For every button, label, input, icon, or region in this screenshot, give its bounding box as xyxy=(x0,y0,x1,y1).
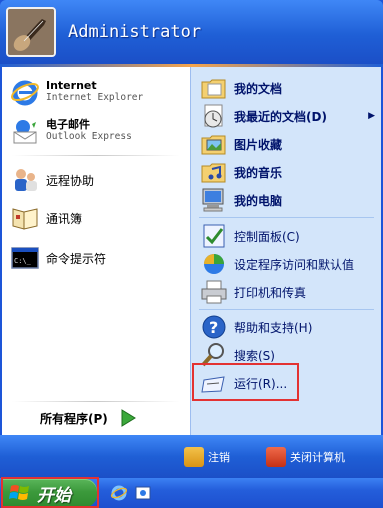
address-book-icon xyxy=(10,203,40,233)
pinned-email[interactable]: 电子邮件 Outlook Express xyxy=(10,116,132,146)
logoff-icon xyxy=(184,447,204,467)
username: Administrator xyxy=(68,22,202,42)
my-documents-icon xyxy=(199,73,229,103)
place-my-computer-label: 我的电脑 xyxy=(234,193,283,208)
right-pane: 我的文档 我最近的文档(D) ▶ 图片收藏 我的音乐 我的电脑 控制面板(C) … xyxy=(190,67,381,435)
right-separator-2 xyxy=(199,309,374,310)
place-my-documents[interactable]: 我的文档 xyxy=(199,73,282,103)
start-menu: Administrator Internet Internet Explorer xyxy=(0,0,383,478)
recent-remote-assistance[interactable]: 远程协助 xyxy=(10,165,94,195)
right-separator-1 xyxy=(199,217,374,218)
svg-text:C:\_: C:\_ xyxy=(14,257,32,265)
place-recent-documents[interactable]: 我最近的文档(D) ▶ xyxy=(199,101,379,131)
taskbar: 开始 xyxy=(0,478,383,508)
help-icon: ? xyxy=(199,312,229,342)
logoff-button[interactable]: 注销 xyxy=(184,447,230,467)
printer-icon xyxy=(199,277,229,307)
pinned-internet-subtitle: Internet Explorer xyxy=(46,92,144,103)
svg-text:?: ? xyxy=(209,318,218,337)
place-help-support[interactable]: ? 帮助和支持(H) xyxy=(199,312,312,342)
recent-documents-icon xyxy=(199,101,229,131)
my-music-icon xyxy=(199,157,229,187)
place-my-pictures-label: 图片收藏 xyxy=(234,137,283,152)
ie-icon xyxy=(10,77,40,107)
all-programs-label: 所有程序(P) xyxy=(40,411,108,426)
windows-logo-icon xyxy=(9,485,29,500)
my-computer-icon xyxy=(199,185,229,215)
place-recent-documents-label: 我最近的文档(D) xyxy=(234,109,327,124)
shutdown-label: 关闭计算机 xyxy=(290,451,345,464)
run-icon xyxy=(199,368,229,398)
my-pictures-icon xyxy=(199,129,229,159)
place-printers-faxes-label: 打印机和传真 xyxy=(234,285,307,300)
place-help-support-label: 帮助和支持(H) xyxy=(234,320,313,335)
recent-address-book-label: 通讯簿 xyxy=(46,211,83,226)
pinned-email-subtitle: Outlook Express xyxy=(46,131,132,142)
place-program-defaults[interactable]: 设定程序访问和默认值 xyxy=(199,249,354,279)
start-label: 开始 xyxy=(37,485,71,506)
remote-assistance-icon xyxy=(10,165,40,195)
start-button[interactable]: 开始 xyxy=(3,479,97,507)
place-my-pictures[interactable]: 图片收藏 xyxy=(199,129,282,159)
place-my-computer[interactable]: 我的电脑 xyxy=(199,185,282,215)
pinned-email-title: 电子邮件 xyxy=(46,118,90,131)
place-search[interactable]: 搜索(S) xyxy=(199,340,275,370)
left-pane: Internet Internet Explorer 电子邮件 Outlook … xyxy=(2,67,190,435)
all-programs-button[interactable]: 所有程序(P) xyxy=(40,408,138,428)
search-icon xyxy=(199,340,229,370)
place-control-panel[interactable]: 控制面板(C) xyxy=(199,221,300,251)
place-printers-faxes[interactable]: 打印机和传真 xyxy=(199,277,306,307)
pinned-internet[interactable]: Internet Internet Explorer xyxy=(10,77,143,107)
user-avatar[interactable] xyxy=(6,7,56,57)
command-prompt-icon: C:\_ xyxy=(10,243,40,273)
all-programs-separator xyxy=(12,401,180,402)
quicklaunch-outlook-icon[interactable] xyxy=(134,484,152,502)
recent-address-book[interactable]: 通讯簿 xyxy=(10,203,82,233)
start-menu-header: Administrator xyxy=(0,0,383,64)
place-run-label: 运行(R)... xyxy=(234,376,288,391)
place-my-music-label: 我的音乐 xyxy=(234,165,283,180)
place-search-label: 搜索(S) xyxy=(234,348,275,363)
place-run[interactable]: 运行(R)... xyxy=(199,368,287,398)
start-menu-footer: 注销 关闭计算机 xyxy=(0,435,383,478)
green-arrow-icon xyxy=(121,409,136,427)
place-my-documents-label: 我的文档 xyxy=(234,81,283,96)
submenu-arrow-icon: ▶ xyxy=(368,111,375,121)
place-control-panel-label: 控制面板(C) xyxy=(234,229,300,244)
program-defaults-icon xyxy=(199,249,229,279)
place-my-music[interactable]: 我的音乐 xyxy=(199,157,282,187)
shutdown-button[interactable]: 关闭计算机 xyxy=(266,447,345,467)
left-separator xyxy=(12,155,180,156)
control-panel-icon xyxy=(199,221,229,251)
logoff-label: 注销 xyxy=(208,451,230,464)
pinned-internet-title: Internet xyxy=(46,79,97,92)
shutdown-icon xyxy=(266,447,286,467)
place-program-defaults-label: 设定程序访问和默认值 xyxy=(234,257,355,272)
recent-remote-assistance-label: 远程协助 xyxy=(46,173,95,188)
recent-command-prompt-label: 命令提示符 xyxy=(46,251,107,266)
recent-command-prompt[interactable]: C:\_ 命令提示符 xyxy=(10,243,106,273)
quicklaunch-ie-icon[interactable] xyxy=(110,484,128,502)
outlook-express-icon xyxy=(10,116,40,146)
